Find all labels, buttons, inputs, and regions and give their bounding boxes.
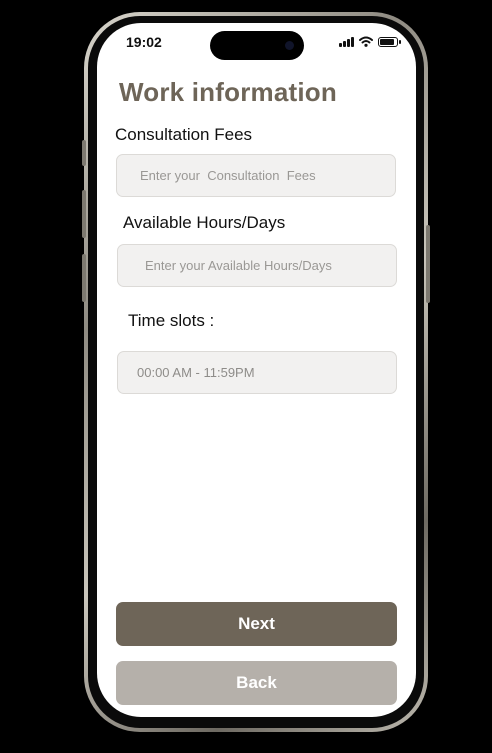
available-hours-input[interactable] [143, 257, 396, 274]
available-hours-field[interactable] [117, 244, 397, 287]
dynamic-island [210, 31, 304, 60]
action-button [82, 140, 86, 166]
status-time: 19:02 [126, 34, 162, 50]
next-button[interactable]: Next [116, 602, 397, 646]
consultation-fees-field[interactable] [116, 154, 396, 197]
signal-icon [339, 36, 354, 47]
time-slots-field[interactable]: 00:00 AM - 11:59PM [117, 351, 397, 394]
battery-icon [378, 36, 401, 47]
page-title: Work information [119, 77, 337, 107]
phone-screen: 19:02 Work information Consultation Fees… [97, 23, 416, 717]
front-camera-icon [285, 41, 294, 50]
consultation-fees-label: Consultation Fees [115, 125, 253, 144]
power-button [426, 225, 430, 303]
wifi-icon [359, 36, 373, 47]
consultation-fees-input[interactable] [138, 167, 395, 184]
volume-up-button [82, 190, 86, 238]
available-hours-label: Available Hours/Days [123, 213, 286, 232]
back-button[interactable]: Back [116, 661, 397, 705]
status-icons [339, 36, 401, 47]
time-slots-value: 00:00 AM - 11:59PM [137, 365, 255, 380]
time-slots-label: Time slots : [128, 311, 215, 330]
volume-down-button [82, 254, 86, 302]
